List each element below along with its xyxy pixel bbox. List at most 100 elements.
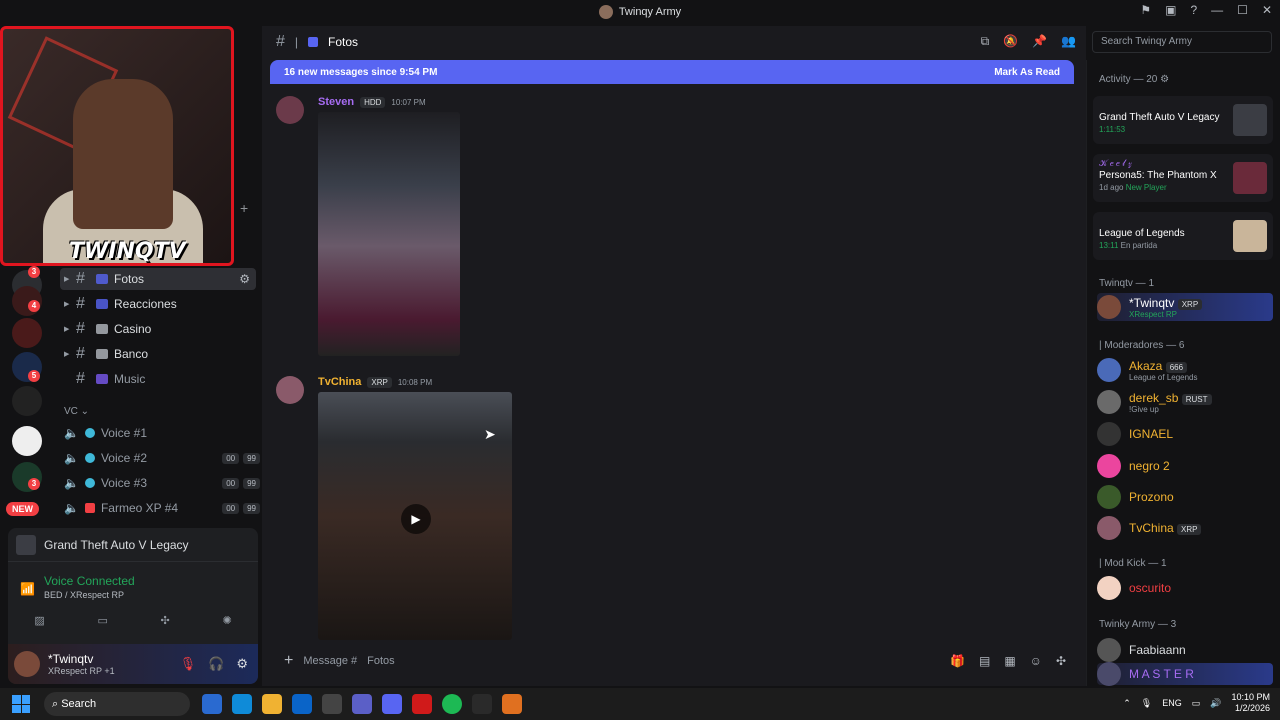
channel-banco[interactable]: ▶ # Banco xyxy=(60,343,256,365)
unread-badge: 3 xyxy=(28,478,40,490)
headphones-icon[interactable]: 🎧 xyxy=(208,656,224,672)
attach-plus-icon[interactable]: + xyxy=(284,652,293,670)
windows-start-icon[interactable] xyxy=(12,695,30,713)
minimize-icon[interactable]: — xyxy=(1211,3,1223,17)
members-icon[interactable]: 👥 xyxy=(1061,34,1076,49)
new-messages-bar[interactable]: 16 new messages since 9:54 PM Mark As Re… xyxy=(270,60,1074,84)
gear-icon[interactable]: ⚙ xyxy=(236,656,248,672)
activity-header[interactable]: Activity — 20 ⚙ xyxy=(1099,74,1169,85)
member-item[interactable]: Akaza 666 League of Legends xyxy=(1097,356,1273,384)
voice-channel[interactable]: 🔈 Voice #3 00 99 xyxy=(64,472,260,494)
channel-reacciones[interactable]: ▶ # Reacciones xyxy=(60,293,256,315)
maximize-icon[interactable]: ☐ xyxy=(1237,3,1248,17)
voice-channel[interactable]: 🔈 Voice #1 xyxy=(64,422,260,444)
edge-icon[interactable] xyxy=(232,694,252,714)
search-input[interactable]: Search Twinqy Army xyxy=(1092,31,1272,53)
soundboard-icon[interactable]: ✺ xyxy=(222,614,231,627)
image-attachment[interactable] xyxy=(318,112,460,356)
signal-icon[interactable]: 📶 xyxy=(20,582,35,596)
server-icon[interactable] xyxy=(12,318,42,348)
expand-arrow-icon: ▶ xyxy=(64,301,70,308)
inbox-icon[interactable]: ⚑ xyxy=(1140,3,1151,17)
member-item[interactable]: Faabiaann xyxy=(1097,636,1273,664)
store-icon[interactable] xyxy=(322,694,342,714)
notifications-icon[interactable]: 🔕 xyxy=(1003,34,1018,49)
channel-emoji-icon xyxy=(96,274,108,284)
camera-icon[interactable]: ▨ xyxy=(34,614,44,627)
mic-icon[interactable]: 🎙 xyxy=(1141,698,1152,709)
voice-channel[interactable]: 🔈 Voice #2 00 99 xyxy=(64,447,260,469)
app-icon[interactable] xyxy=(502,694,522,714)
category-vc[interactable]: VC ⌄ xyxy=(64,406,89,417)
activity-card[interactable]: League of Legends 13:11 En partida xyxy=(1093,212,1273,260)
threads-icon[interactable]: ⧉ xyxy=(981,34,990,49)
spotify-icon[interactable] xyxy=(442,694,462,714)
game-activity[interactable]: Grand Theft Auto V Legacy xyxy=(8,528,258,562)
voice-location[interactable]: BED / XRespect RP xyxy=(44,590,258,600)
close-icon[interactable]: ✕ xyxy=(1262,3,1272,17)
channel-fotos[interactable]: ▶ # Fotos ⚙ xyxy=(60,268,256,290)
channel-music[interactable]: # Music xyxy=(60,368,256,390)
language-indicator[interactable]: ENG xyxy=(1162,698,1182,708)
author-name[interactable]: Steven xyxy=(318,96,354,108)
chat-header: # | Fotos ⧉ 🔕 📌 👥 Search Twinqy Army xyxy=(262,26,1272,58)
member-item[interactable]: oscurito xyxy=(1097,574,1273,602)
help-icon[interactable]: ? xyxy=(1190,3,1197,17)
channel-settings-icon[interactable]: ⚙ xyxy=(239,272,250,286)
xbox-icon[interactable] xyxy=(472,694,492,714)
discord-icon[interactable] xyxy=(382,694,402,714)
emoji-icon[interactable]: ☺ xyxy=(1030,654,1042,668)
activities-icon[interactable]: ✣ xyxy=(161,614,170,627)
username[interactable]: *Twinqtv xyxy=(48,652,115,666)
play-icon[interactable]: ▶ xyxy=(401,504,431,534)
new-pill[interactable]: NEW xyxy=(6,502,39,516)
voice-channel[interactable]: 🔈 Farmeo XP #4 00 99 xyxy=(64,497,260,519)
sticker-icon[interactable]: ▦ xyxy=(1004,654,1015,668)
gift-icon[interactable]: 🎁 xyxy=(950,654,965,668)
server-icon[interactable] xyxy=(12,386,42,416)
member-item[interactable]: derek_sb RUST !Give up xyxy=(1097,388,1273,416)
member-item[interactable]: TvChina XRP xyxy=(1097,514,1273,542)
user-limit: 00 99 xyxy=(222,452,260,464)
speaker-icon: 🔈 xyxy=(64,426,79,440)
mic-muted-icon[interactable]: 🎙 xyxy=(180,656,197,672)
video-attachment[interactable]: ▶ xyxy=(318,392,512,640)
gif-icon[interactable]: ▤ xyxy=(979,654,990,668)
file-explorer-icon[interactable] xyxy=(262,694,282,714)
activity-card[interactable]: Grand Theft Auto V Legacy 1:11:53 xyxy=(1093,96,1273,144)
system-tray: ⌃ 🎙 ENG ▭ 🔊 10:10 PM 1/2/2026 xyxy=(1123,692,1270,714)
apps-icon[interactable]: ✣ xyxy=(1056,654,1066,668)
activity-card[interactable]: 𝒦 𝑒 𝑒 𝓁 𝓏 Persona5: The Phantom X 1d ago… xyxy=(1093,154,1273,202)
avatar[interactable] xyxy=(276,96,304,124)
copilot-icon[interactable] xyxy=(202,694,222,714)
add-channel-icon[interactable]: + xyxy=(240,200,248,216)
voice-actions: ▨ ▭ ✣ ✺ xyxy=(8,608,258,632)
channel-casino[interactable]: ▶ # Casino xyxy=(60,318,256,340)
member-item[interactable]: IGNAEL xyxy=(1097,420,1273,448)
screen-icon[interactable]: ▣ xyxy=(1165,3,1176,17)
teams-icon[interactable] xyxy=(352,694,372,714)
member-item[interactable]: negro 2 xyxy=(1097,452,1273,480)
avatar[interactable] xyxy=(14,651,40,677)
author-name[interactable]: TvChina xyxy=(318,376,361,388)
webcam-logo: TWINQTV xyxy=(69,239,186,264)
message-composer[interactable]: + Message # Fotos 🎁 ▤ ▦ ☺ ✣ xyxy=(270,646,1078,676)
member-item[interactable]: Prozono xyxy=(1097,483,1273,511)
taskbar-search[interactable]: ⌕ Search xyxy=(44,692,190,716)
mark-read-button[interactable]: Mark As Read xyxy=(994,67,1060,78)
chevron-up-icon[interactable]: ⌃ xyxy=(1123,698,1131,709)
network-icon[interactable]: ▭ xyxy=(1192,698,1201,709)
clock[interactable]: 10:10 PM 1/2/2026 xyxy=(1231,692,1270,714)
outlook-icon[interactable] xyxy=(292,694,312,714)
screenshare-icon[interactable]: ▭ xyxy=(97,614,107,627)
avatar[interactable] xyxy=(276,376,304,404)
member-item[interactable]: M A S T E R xyxy=(1097,662,1273,686)
user-limit: 00 99 xyxy=(222,477,260,489)
opera-icon[interactable] xyxy=(412,694,432,714)
volume-icon[interactable]: 🔊 xyxy=(1210,698,1221,709)
member-item[interactable]: *Twinqtv XRP XRespect RP xyxy=(1097,293,1273,321)
server-icon[interactable] xyxy=(12,426,42,456)
pin-icon[interactable]: 📌 xyxy=(1032,34,1047,49)
voice-connected-label[interactable]: Voice Connected xyxy=(44,574,258,588)
voice-channel-label: Farmeo XP #4 xyxy=(100,501,179,515)
